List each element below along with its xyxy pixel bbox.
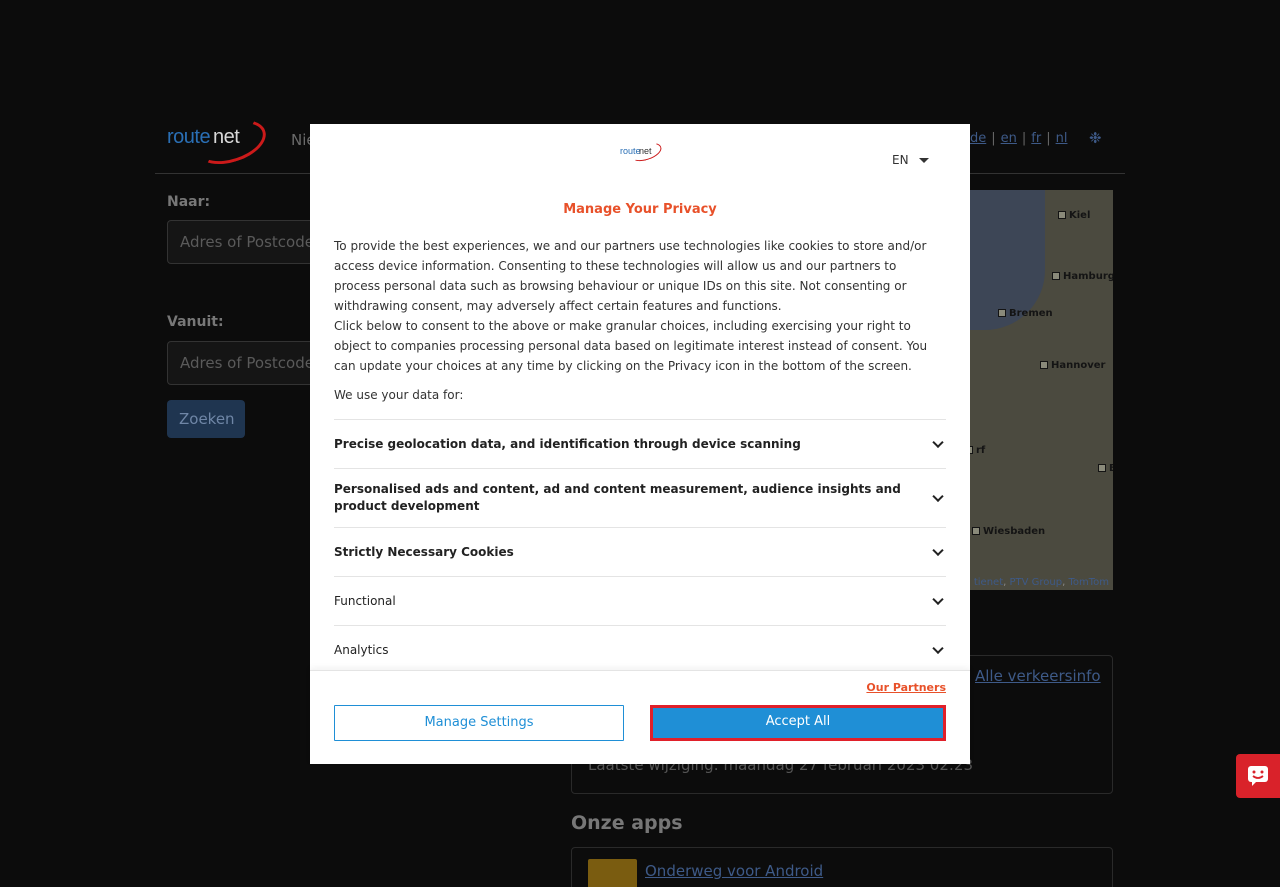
chevron-down-icon — [932, 642, 944, 655]
purpose-label: Precise geolocation data, and identifica… — [334, 437, 801, 451]
map-attribution: tienet, PTV Group, TomTom — [973, 577, 1109, 588]
from-label: Vanuit: — [167, 314, 224, 330]
android-app-link[interactable]: Onderweg voor Android — [645, 862, 823, 880]
site-logo[interactable]: route net — [167, 111, 272, 173]
lang-de[interactable]: de — [970, 131, 986, 146]
purpose-item-personalised-ads[interactable]: Personalised ads and content, ad and con… — [334, 469, 946, 528]
map-city-bremen: Bremen — [998, 308, 1053, 319]
manage-settings-button[interactable]: Manage Settings — [334, 705, 624, 741]
attribution-routenet[interactable]: tienet — [974, 577, 1003, 588]
to-label: Naar: — [167, 194, 211, 210]
privacy-consent-dialog: route net EN Manage Your Privacy To prov… — [310, 124, 970, 764]
purpose-label: Functional — [334, 594, 396, 608]
map-city-partial-b: B — [1098, 463, 1113, 474]
purpose-list: Precise geolocation data, and identifica… — [334, 419, 946, 670]
dialog-title: Manage Your Privacy — [563, 202, 717, 217]
dialog-language-value: EN — [892, 153, 909, 167]
lang-fr[interactable]: fr — [1031, 131, 1041, 146]
logo-swoosh — [190, 111, 272, 173]
map-city-wiesbaden: Wiesbaden — [972, 526, 1045, 537]
purpose-item-functional[interactable]: Functional — [334, 577, 946, 626]
dialog-logo: route net — [620, 139, 664, 165]
dialog-language-select[interactable]: EN — [892, 153, 929, 167]
purpose-item-necessary[interactable]: Strictly Necessary Cookies — [334, 528, 946, 577]
dialog-paragraph-1: To provide the best experiences, we and … — [334, 239, 927, 313]
purpose-item-geolocation[interactable]: Precise geolocation data, and identifica… — [334, 420, 946, 469]
lang-en[interactable]: en — [1001, 131, 1017, 146]
chat-smile-icon — [1248, 766, 1268, 786]
feedback-button[interactable] — [1236, 754, 1280, 798]
route-map[interactable]: Kiel Hamburg Bremen Hannover rf B Wiesba… — [965, 190, 1113, 590]
map-city-kiel: Kiel — [1058, 210, 1090, 221]
android-app-icon[interactable] — [588, 859, 637, 887]
use-data-heading: We use your data for: — [334, 388, 464, 402]
lang-nl[interactable]: nl — [1056, 131, 1068, 146]
all-traffic-link[interactable]: Alle verkeersinfo — [975, 667, 1101, 685]
dialog-footer: Our Partners Manage Settings Accept All — [310, 670, 970, 764]
our-partners-link[interactable]: Our Partners — [866, 681, 946, 694]
map-city-hannover: Hannover — [1040, 360, 1105, 371]
chevron-down-icon — [932, 593, 944, 606]
apps-heading: Onze apps — [571, 812, 683, 834]
purpose-label: Analytics — [334, 643, 389, 657]
map-city-hamburg: Hamburg — [1052, 271, 1113, 282]
dialog-paragraph-2: Click below to consent to the above or m… — [334, 319, 928, 373]
dialog-description: To provide the best experiences, we and … — [334, 236, 946, 376]
purpose-item-analytics[interactable]: Analytics — [334, 626, 946, 670]
attribution-ptv[interactable]: PTV Group — [1009, 577, 1062, 588]
accept-all-button[interactable]: Accept All — [650, 705, 946, 741]
language-switcher: de | en | fr | nl — [970, 131, 1068, 146]
purpose-label: Strictly Necessary Cookies — [334, 545, 514, 559]
dialog-logo-swoosh — [628, 139, 664, 165]
purpose-label: Personalised ads and content, ad and con… — [334, 482, 901, 513]
chevron-down-icon — [932, 436, 944, 449]
search-button[interactable]: Zoeken — [167, 400, 245, 438]
attribution-tomtom[interactable]: TomTom — [1068, 577, 1109, 588]
caret-down-icon — [918, 158, 929, 163]
chevron-down-icon — [932, 544, 944, 557]
chevron-down-icon — [932, 490, 944, 503]
gear-icon[interactable]: ❉ — [1089, 129, 1102, 147]
